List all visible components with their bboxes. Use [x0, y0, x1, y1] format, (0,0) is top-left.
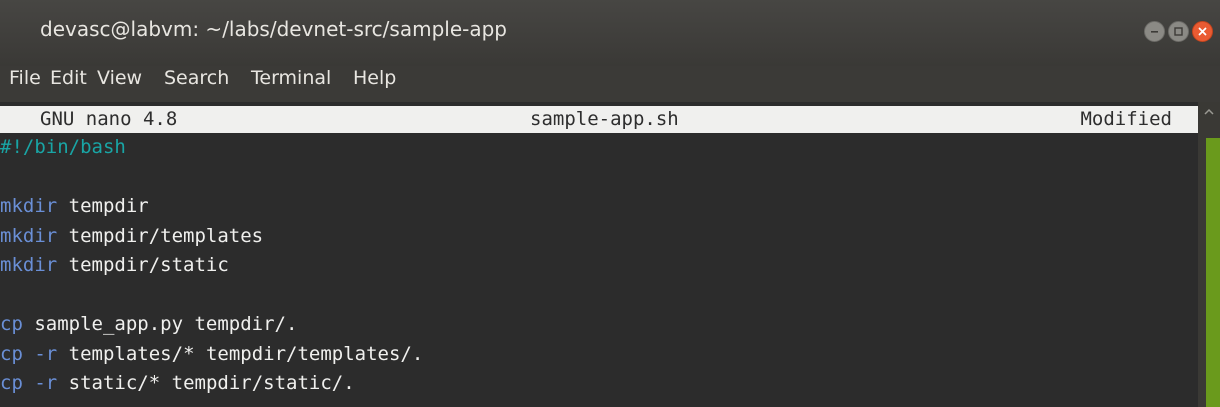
code-line: cp sample_app.py tempdir/.	[0, 310, 1198, 340]
code-token: cp	[0, 313, 23, 335]
close-icon	[1198, 27, 1207, 36]
minimize-icon	[1151, 31, 1158, 33]
scrollbar-thumb[interactable]	[1206, 138, 1220, 407]
code-token: cp	[0, 342, 23, 365]
menu-help[interactable]: Help	[353, 66, 396, 90]
menu-file[interactable]: File	[9, 66, 41, 90]
code-line: cp -r templates/* tempdir/templates/.	[0, 340, 1198, 370]
nano-status: Modified	[1080, 108, 1172, 130]
scroll-up-arrow-icon[interactable]	[1202, 107, 1216, 117]
code-line: #!/bin/bash	[0, 133, 1198, 163]
code-token: -r	[34, 372, 58, 394]
code-token: -r	[34, 342, 58, 365]
code-token: tempdir/static	[57, 254, 229, 276]
menu-bar: File Edit View Search Terminal Help	[0, 66, 1220, 102]
code-token: mkdir	[0, 195, 58, 217]
code-token: tempdir/templates	[57, 224, 264, 247]
scrollbar[interactable]	[1198, 102, 1220, 407]
nano-version: GNU nano 4.8	[40, 108, 178, 130]
minimize-button[interactable]	[1144, 21, 1165, 42]
code-line: mkdir tempdir/static	[0, 251, 1198, 281]
code-token: #!/bin/bash	[0, 136, 126, 158]
close-button[interactable]	[1192, 21, 1213, 42]
code-token: mkdir	[0, 254, 58, 276]
code-token: cp	[0, 372, 23, 394]
nano-header-bar: GNU nano 4.8 sample-app.sh Modified	[0, 106, 1198, 133]
code-token: static/* tempdir/static/.	[57, 372, 355, 394]
menu-view[interactable]: View	[97, 66, 142, 90]
maximize-icon	[1174, 27, 1183, 36]
title-bar[interactable]: devasc@labvm: ~/labs/devnet-src/sample-a…	[0, 0, 1220, 66]
code-line: cp -r static/* tempdir/static/.	[0, 369, 1198, 399]
maximize-button[interactable]	[1168, 21, 1189, 42]
code-line: mkdir tempdir	[0, 192, 1198, 222]
code-token: templates/* tempdir/templates/.	[57, 342, 424, 365]
menu-terminal[interactable]: Terminal	[251, 66, 331, 90]
menu-edit[interactable]: Edit	[50, 66, 87, 90]
code-token: sample_app.py tempdir/.	[22, 313, 298, 335]
terminal-window: devasc@labvm: ~/labs/devnet-src/sample-a…	[0, 0, 1220, 407]
code-line: mkdir tempdir/templates	[0, 222, 1198, 252]
file-content[interactable]: #!/bin/bash mkdir tempdir mkdir tempdir/te…	[0, 133, 1198, 399]
code-token: mkdir	[0, 224, 58, 247]
window-title: devasc@labvm: ~/labs/devnet-src/sample-a…	[40, 17, 507, 41]
window-controls	[1144, 21, 1213, 42]
nano-filename: sample-app.sh	[530, 108, 679, 130]
terminal-area[interactable]: GNU nano 4.8 sample-app.sh Modified #!/b…	[0, 102, 1198, 407]
code-token: tempdir	[57, 195, 149, 217]
menu-search[interactable]: Search	[164, 66, 229, 90]
